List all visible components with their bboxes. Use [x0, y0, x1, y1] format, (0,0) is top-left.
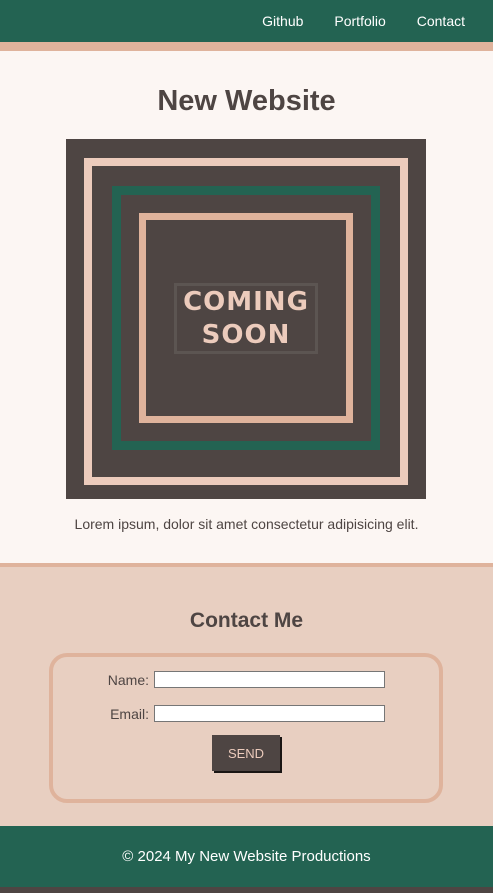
name-field[interactable] — [154, 671, 385, 688]
footer: © 2024 My New Website Productions — [0, 826, 493, 887]
contact-form: Name: Email: SEND — [49, 653, 443, 803]
name-row: Name: — [53, 671, 439, 689]
name-label: Name: — [107, 672, 149, 688]
main-section: New Website COMING SOON Lorem ipsum, dol… — [0, 51, 493, 563]
coming-soon-text: COMING SOON — [174, 283, 318, 354]
coming-soon-line2: SOON — [201, 319, 291, 350]
coming-soon-image: COMING SOON — [66, 139, 426, 499]
coming-soon-line1: COMING — [183, 286, 309, 317]
page-title: New Website — [157, 85, 336, 117]
footer-text: © 2024 My New Website Productions — [122, 848, 371, 865]
nav-divider — [0, 42, 493, 51]
top-nav: Github Portfolio Contact — [0, 0, 493, 42]
nav-link-github[interactable]: Github — [262, 13, 303, 29]
contact-title: Contact Me — [189, 609, 304, 632]
contact-section: Contact Me Name: Email: SEND — [0, 567, 493, 826]
email-row: Email: — [53, 705, 439, 723]
nav-link-portfolio[interactable]: Portfolio — [334, 13, 385, 29]
email-label: Email: — [110, 706, 149, 722]
tagline: Lorem ipsum, dolor sit amet consectetur … — [74, 516, 419, 532]
send-button[interactable]: SEND — [212, 735, 280, 771]
nav-link-contact[interactable]: Contact — [417, 13, 465, 29]
email-field[interactable] — [154, 705, 385, 722]
